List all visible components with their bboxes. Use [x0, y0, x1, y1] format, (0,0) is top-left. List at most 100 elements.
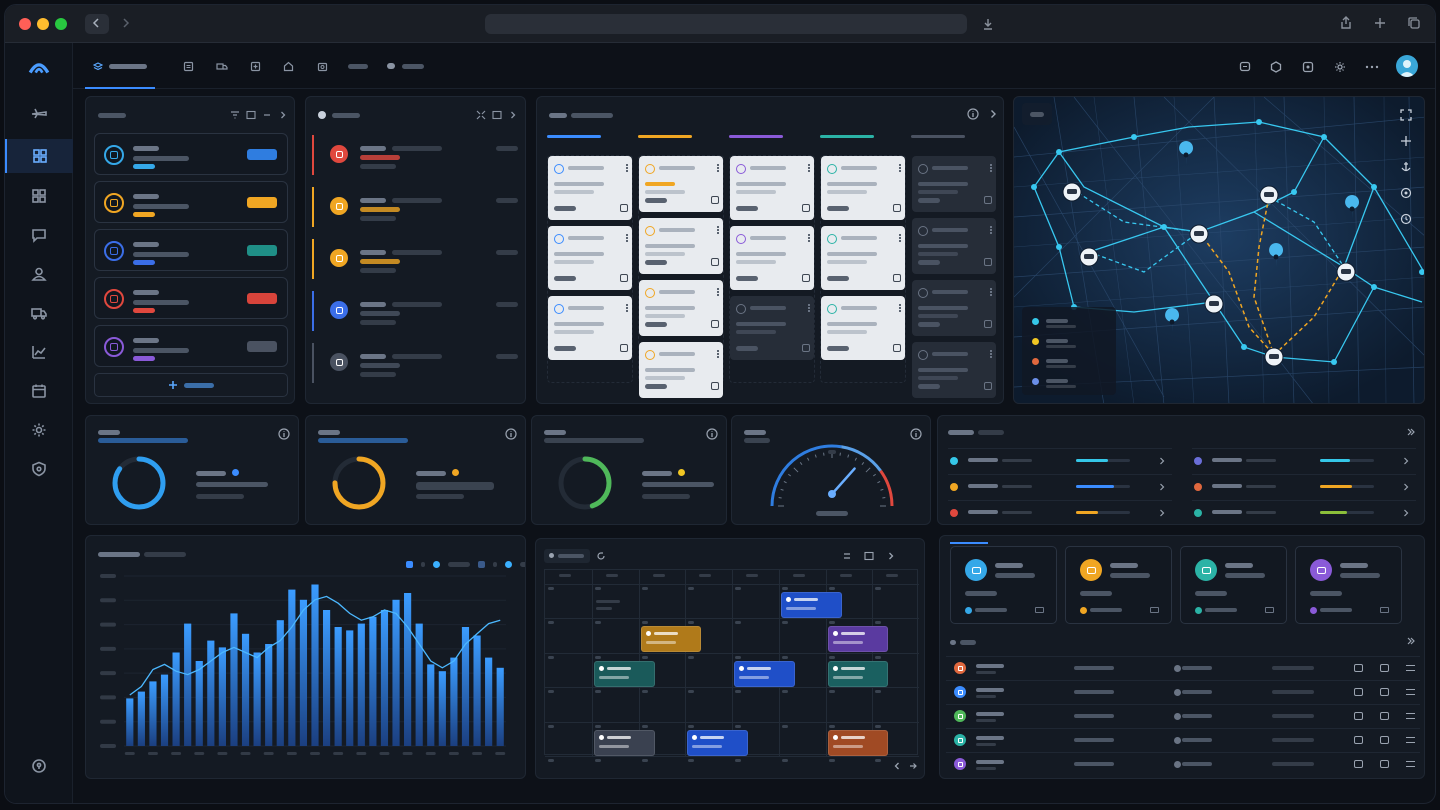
prev-page-icon[interactable] — [892, 761, 902, 771]
card-menu-icon[interactable] — [717, 226, 719, 234]
back-button[interactable] — [85, 14, 109, 34]
tab-depots[interactable] — [283, 56, 294, 76]
anchor-icon[interactable] — [1400, 161, 1412, 173]
vehicle-card[interactable] — [1180, 546, 1287, 624]
route-row[interactable] — [948, 448, 1172, 470]
sidebar-item-dashboard[interactable] — [5, 139, 73, 173]
timeline-event[interactable] — [312, 187, 520, 231]
card-menu-icon[interactable] — [990, 350, 992, 358]
dispatch-card[interactable] — [639, 156, 723, 212]
table-row[interactable] — [946, 752, 1420, 774]
info-icon[interactable] — [505, 428, 517, 440]
sidebar-item-messages[interactable] — [5, 218, 73, 252]
chevron-right-icon[interactable] — [1158, 509, 1166, 517]
route-row[interactable] — [948, 500, 1172, 522]
calendar-event[interactable] — [827, 729, 889, 756]
next-page-icon[interactable] — [908, 761, 918, 771]
calendar-event[interactable] — [687, 729, 749, 756]
fleet-row[interactable] — [94, 133, 288, 175]
kanban-column-header[interactable] — [638, 135, 692, 138]
columns-icon[interactable] — [864, 551, 874, 561]
kanban-column-header[interactable] — [729, 135, 783, 138]
menu-icon[interactable] — [1406, 761, 1415, 767]
phone-icon[interactable] — [711, 196, 719, 204]
timeline-event[interactable] — [312, 291, 520, 335]
card-menu-icon[interactable] — [899, 234, 901, 242]
message-icon[interactable] — [1380, 664, 1389, 672]
phone-icon[interactable] — [893, 344, 901, 352]
map-layer-toggle[interactable] — [1022, 103, 1052, 125]
calendar-event[interactable] — [827, 626, 889, 653]
double-chevron-right-icon[interactable] — [1406, 636, 1416, 646]
card-menu-icon[interactable] — [808, 234, 810, 242]
target-icon[interactable] — [1400, 187, 1412, 199]
card-menu-icon[interactable] — [990, 226, 992, 234]
phone-icon[interactable] — [1354, 736, 1363, 744]
columns-icon[interactable] — [246, 110, 256, 120]
logo[interactable] — [5, 49, 73, 83]
table-row[interactable] — [946, 680, 1420, 702]
phone-icon[interactable] — [1354, 664, 1363, 672]
forward-button[interactable] — [113, 14, 137, 34]
share-icon[interactable] — [1339, 16, 1353, 30]
columns-icon[interactable] — [492, 110, 502, 120]
phone-icon[interactable] — [711, 258, 719, 266]
card-menu-icon[interactable] — [717, 350, 719, 358]
filter-icon[interactable] — [230, 110, 240, 120]
gear-icon[interactable] — [1334, 61, 1346, 73]
timeline-event[interactable] — [312, 135, 520, 179]
fleet-row[interactable] — [94, 229, 288, 271]
dispatch-card[interactable] — [639, 218, 723, 274]
calendar-event[interactable] — [593, 660, 655, 687]
address-bar[interactable] — [485, 14, 967, 34]
fleet-row[interactable] — [94, 325, 288, 367]
timeline-event[interactable] — [312, 343, 520, 387]
card-menu-icon[interactable] — [808, 304, 810, 312]
card-menu-icon[interactable] — [626, 164, 628, 172]
kanban-column-header[interactable] — [547, 135, 601, 138]
sidebar-item-drivers[interactable] — [5, 257, 73, 291]
tabs-icon[interactable] — [1407, 16, 1421, 30]
timeline-event[interactable] — [312, 239, 520, 283]
info-icon[interactable] — [910, 428, 922, 440]
dispatch-card[interactable] — [912, 156, 996, 212]
table-row[interactable] — [946, 656, 1420, 678]
sidebar-item-location[interactable] — [5, 749, 73, 783]
menu-icon[interactable] — [1406, 689, 1415, 695]
vehicle-card-action-icon[interactable] — [1265, 607, 1274, 613]
dispatch-card[interactable] — [912, 280, 996, 336]
kanban-column-header[interactable] — [911, 135, 965, 138]
route-row[interactable] — [948, 474, 1172, 496]
chevron-right-icon[interactable] — [1402, 457, 1410, 465]
menu-icon[interactable] — [1406, 737, 1415, 743]
dispatch-card[interactable] — [730, 296, 814, 360]
phone-icon[interactable] — [984, 382, 992, 390]
card-menu-icon[interactable] — [626, 234, 628, 242]
phone-icon[interactable] — [711, 320, 719, 328]
dispatch-card[interactable] — [730, 226, 814, 290]
phone-icon[interactable] — [1354, 760, 1363, 768]
fleet-row[interactable] — [94, 277, 288, 319]
card-menu-icon[interactable] — [626, 304, 628, 312]
dispatch-card[interactable] — [548, 156, 632, 220]
dispatch-card[interactable] — [548, 296, 632, 360]
minus-icon[interactable] — [262, 110, 272, 120]
refresh-icon[interactable] — [596, 551, 606, 561]
vehicle-card[interactable] — [1065, 546, 1172, 624]
message-icon[interactable] — [1380, 760, 1389, 768]
tab-alerts[interactable] — [317, 56, 328, 76]
vehicle-card[interactable] — [950, 546, 1057, 624]
sidebar-item-security[interactable] — [5, 452, 73, 486]
fullscreen-icon[interactable] — [1400, 109, 1412, 121]
chevron-right-icon[interactable] — [1158, 457, 1166, 465]
close-window-button[interactable] — [19, 18, 31, 30]
dispatch-card[interactable] — [730, 156, 814, 220]
vehicle-card-action-icon[interactable] — [1035, 607, 1044, 613]
table-row[interactable] — [946, 704, 1420, 726]
sidebar-item-settings[interactable] — [5, 413, 73, 447]
chevron-right-icon[interactable] — [1402, 509, 1410, 517]
phone-icon[interactable] — [893, 204, 901, 212]
maximize-window-button[interactable] — [55, 18, 67, 30]
phone-icon[interactable] — [984, 320, 992, 328]
card-menu-icon[interactable] — [899, 304, 901, 312]
